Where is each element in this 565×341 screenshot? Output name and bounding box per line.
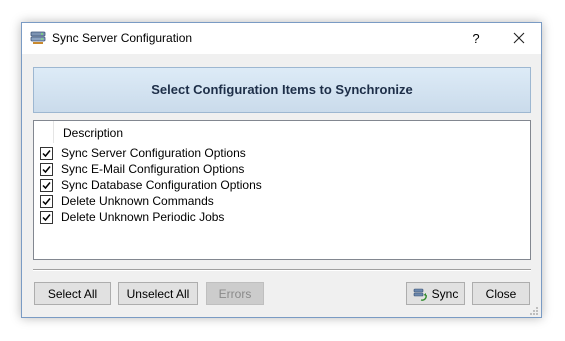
list-rows: Sync Server Configuration Options Sync E… (40, 145, 262, 225)
item-checkbox[interactable] (40, 178, 53, 192)
checkmark-icon (42, 149, 51, 157)
list-item[interactable]: Sync E-Mail Configuration Options (40, 161, 262, 177)
checkmark-icon (42, 165, 51, 173)
checkmark-icon (42, 181, 51, 189)
config-items-list[interactable]: Description Sync Server Configuration Op… (33, 120, 531, 260)
divider (33, 269, 531, 271)
help-button[interactable]: ? (456, 23, 496, 54)
select-all-button[interactable]: Select All (34, 282, 111, 305)
list-item[interactable]: Sync Database Configuration Options (40, 177, 262, 193)
list-item-label: Delete Unknown Commands (61, 194, 214, 208)
header-banner: Select Configuration Items to Synchroniz… (33, 67, 531, 113)
close-button[interactable]: Close (472, 282, 530, 305)
unselect-all-button[interactable]: Unselect All (118, 282, 198, 305)
close-window-button[interactable] (496, 23, 542, 54)
item-checkbox[interactable] (40, 162, 53, 176)
column-divider (53, 121, 54, 143)
list-item-label: Sync E-Mail Configuration Options (61, 162, 245, 176)
list-item-label: Delete Unknown Periodic Jobs (61, 210, 225, 224)
sync-config-dialog: Sync Server Configuration ? Select Confi… (21, 22, 542, 318)
list-item[interactable]: Sync Server Configuration Options (40, 145, 262, 161)
column-header-description[interactable]: Description (63, 126, 123, 140)
list-item[interactable]: Delete Unknown Commands (40, 193, 262, 209)
sync-icon (413, 287, 427, 301)
list-item-label: Sync Database Configuration Options (61, 178, 262, 192)
list-item[interactable]: Delete Unknown Periodic Jobs (40, 209, 262, 225)
sync-label: Sync (431, 286, 459, 301)
resize-grip-icon[interactable] (529, 305, 539, 315)
sync-button[interactable]: Sync (406, 282, 465, 305)
item-checkbox[interactable] (40, 210, 53, 224)
list-item-label: Sync Server Configuration Options (61, 146, 246, 160)
errors-button[interactable]: Errors (206, 282, 264, 305)
banner-heading: Select Configuration Items to Synchroniz… (151, 82, 413, 97)
close-icon (513, 32, 525, 44)
item-checkbox[interactable] (40, 194, 53, 208)
item-checkbox[interactable] (40, 146, 53, 160)
checkmark-icon (42, 197, 51, 205)
window-title: Sync Server Configuration (52, 31, 193, 45)
title-bar[interactable]: Sync Server Configuration ? (22, 23, 541, 54)
checkmark-icon (42, 213, 51, 221)
server-sync-icon (30, 31, 46, 45)
